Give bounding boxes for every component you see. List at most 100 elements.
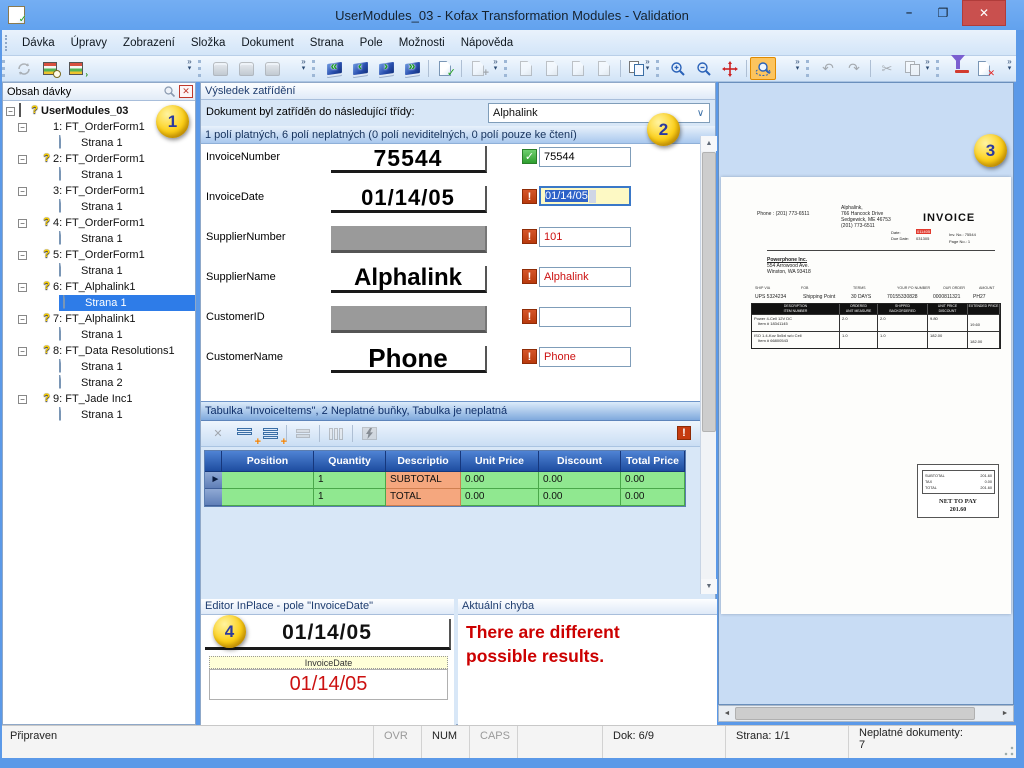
tree-expander-icon[interactable]: − [18,347,27,356]
split-document-icon[interactable]: + [465,57,491,80]
toolbar-overflow-icon[interactable]: »▾ [298,58,309,73]
tree-expander-icon[interactable]: − [18,395,27,404]
tree-item-document-8[interactable]: − ? 8: FT_Data Resolutions1 [3,343,195,359]
delete-row-icon[interactable]: ✕ [205,422,231,445]
tree-item-document-3[interactable]: − 3: FT_OrderForm1 [3,183,195,199]
col-header-unitprice[interactable]: Unit Price [461,451,539,472]
customername-input[interactable]: Phone [539,347,631,367]
scrollbar-thumb[interactable] [702,152,716,432]
suppliernumber-input[interactable]: 101 [539,227,631,247]
toolbar-grip[interactable] [2,60,6,77]
scroll-down-icon[interactable]: ▼ [701,579,717,594]
scroll-up-icon[interactable]: ▲ [701,136,717,151]
minimize-button[interactable]: – [893,0,925,26]
toolbar-grip[interactable] [198,60,202,77]
append-row-icon[interactable]: + [257,422,283,445]
tree-item-page[interactable]: Strana 1 [3,359,195,375]
merge-rows-icon[interactable] [290,422,316,445]
close-button[interactable]: ✕ [962,0,1006,26]
tree-item-document-7[interactable]: − ? 7: FT_Alphalink1 [3,311,195,327]
lasso-zoom-icon[interactable] [750,57,776,80]
tree-item-document-6[interactable]: − ? 6: FT_Alphalink1 [3,279,195,295]
row-selector[interactable]: ► [205,472,222,489]
invoicenumber-input[interactable]: 75544 [539,147,631,167]
tree-expander-icon[interactable]: − [18,123,27,132]
cell-quantity[interactable]: 1 [314,472,386,489]
cell-description[interactable]: TOTAL [386,489,461,506]
cell-totalprice[interactable]: 0.00 [621,489,685,506]
zoom-out-icon[interactable] [691,57,717,80]
pin-search-icon[interactable] [163,85,176,98]
tree-item-document-4[interactable]: − ? 4: FT_OrderForm1 [3,215,195,231]
validate-document-icon[interactable]: ✓ [432,57,458,80]
col-header-position[interactable]: Position [222,451,314,472]
tree-expander-icon[interactable]: − [18,315,27,324]
split-column-icon[interactable] [323,422,349,445]
next-page-icon[interactable] [565,57,591,80]
resize-grip[interactable] [1004,746,1014,756]
toolbar-overflow-icon[interactable]: »▾ [1004,58,1015,73]
tree-item-page[interactable]: Strana 1 [3,135,195,151]
scroll-left-icon[interactable]: ◄ [719,706,735,721]
tree-expander-icon[interactable]: − [18,251,27,260]
menu-upravy[interactable]: Úpravy [63,33,115,53]
toolbar-grip[interactable] [504,60,508,77]
cell-discount[interactable]: 0.00 [539,472,621,489]
close-batch-icon[interactable]: › [63,57,89,80]
cell-quantity[interactable]: 1 [314,489,386,506]
tree-expander-icon[interactable]: − [18,187,27,196]
horizontal-scrollbar[interactable]: ◄ ► [718,705,1014,722]
process-batch-icon[interactable] [11,57,37,80]
maximize-button[interactable]: ❐ [927,0,959,26]
tree-item-page[interactable]: Strana 1 [3,407,195,423]
filter-fields-icon[interactable] [945,57,971,80]
tree-item-page[interactable]: Strana 1 [3,199,195,215]
insert-row-icon[interactable]: + [231,422,257,445]
tree-expander-icon[interactable]: − [18,219,27,228]
menu-dokument[interactable]: Dokument [233,33,301,53]
col-header-description[interactable]: Descriptio [386,451,461,472]
menu-strana[interactable]: Strana [302,33,352,53]
fit-page-icon[interactable] [717,57,743,80]
invoicedate-input[interactable]: 01/14/05 [539,186,631,206]
redo-icon[interactable]: ↷ [841,57,867,80]
toolbar-overflow-icon[interactable]: »▾ [642,58,653,73]
vertical-scrollbar[interactable]: ▲ ▼ [700,136,716,594]
tree-item-document-9[interactable]: − ? 9: FT_Jade Inc1 [3,391,195,407]
tree-item-page[interactable]: Strana 2 [3,375,195,391]
first-page-icon[interactable] [513,57,539,80]
menu-grip[interactable] [5,35,10,51]
tree-expander-icon[interactable]: − [18,283,27,292]
cut-icon[interactable]: ✂ [874,57,900,80]
cell-unitprice[interactable]: 0.00 [461,489,539,506]
next-folder-icon[interactable] [259,57,285,80]
cell-description[interactable]: SUBTOTAL [386,472,461,489]
tree-item-document-5[interactable]: − ? 5: FT_OrderForm1 [3,247,195,263]
menu-zobrazeni[interactable]: Zobrazení [115,33,183,53]
toolbar-grip[interactable] [936,60,940,77]
delete-document-icon[interactable]: ✕ [971,57,997,80]
col-header-totalprice[interactable]: Total Price [621,451,685,472]
cell-discount[interactable]: 0.00 [539,489,621,506]
toolbar-overflow-icon[interactable]: »▾ [490,58,501,73]
cell-totalprice[interactable]: 0.00 [621,472,685,489]
tree-expander-icon[interactable]: − [6,107,15,116]
recalculate-icon[interactable] [356,422,382,445]
toolbar-grip[interactable] [806,60,810,77]
first-document-icon[interactable]: « [321,57,347,80]
zoom-in-icon[interactable] [665,57,691,80]
editor-value-input[interactable]: 01/14/05 [209,669,448,700]
cell-position[interactable] [222,472,314,489]
previous-page-icon[interactable] [539,57,565,80]
document-viewer[interactable]: Phone : (201) 773-6511 Alphalink, 766 Ha… [718,82,1014,705]
col-header-quantity[interactable]: Quantity [314,451,386,472]
cell-position[interactable] [222,489,314,506]
cell-unitprice[interactable]: 0.00 [461,472,539,489]
tree-item-page[interactable]: Strana 1 [3,263,195,279]
toolbar-overflow-icon[interactable]: »▾ [792,58,803,73]
toolbar-grip[interactable] [312,60,316,77]
tree-item-document-2[interactable]: − ? 2: FT_OrderForm1 [3,151,195,167]
menu-pole[interactable]: Pole [352,33,391,53]
scroll-right-icon[interactable]: ► [997,706,1013,721]
previous-document-icon[interactable]: ‹ [347,57,373,80]
